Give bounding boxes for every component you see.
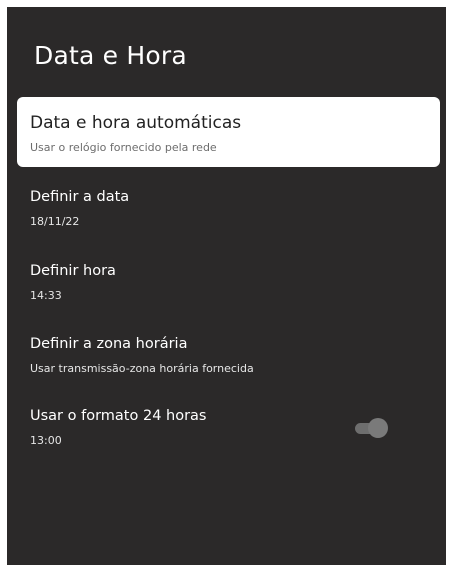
setting-automatic-date-time[interactable]: Data e hora automáticas Usar o relógio f… [17, 97, 440, 167]
24-hour-format-toggle[interactable] [354, 418, 390, 438]
setting-value: Usar transmissão-zona horária fornecida [30, 362, 254, 375]
setting-time-zone[interactable]: Definir a zona horária Usar transmissão-… [17, 324, 440, 384]
setting-label: Definir a zona horária [30, 336, 188, 352]
setting-label: Definir a data [30, 189, 130, 205]
setting-label: Data e hora automáticas [30, 113, 242, 133]
toggle-thumb [368, 418, 388, 438]
setting-value: 13:00 [30, 434, 62, 447]
setting-label: Usar o formato 24 horas [30, 408, 207, 424]
settings-panel: Data e Hora Data e hora automáticas Usar… [7, 7, 446, 565]
setting-set-time[interactable]: Definir hora 14:33 [17, 251, 440, 311]
setting-24-hour-format[interactable]: Usar o formato 24 horas 13:00 [17, 396, 440, 456]
setting-label: Definir hora [30, 263, 116, 279]
setting-value: 14:33 [30, 289, 62, 302]
page-title: Data e Hora [34, 41, 187, 70]
setting-set-date[interactable]: Definir a data 18/11/22 [17, 177, 440, 237]
setting-value: 18/11/22 [30, 215, 80, 228]
setting-value: Usar o relógio fornecido pela rede [30, 141, 217, 154]
